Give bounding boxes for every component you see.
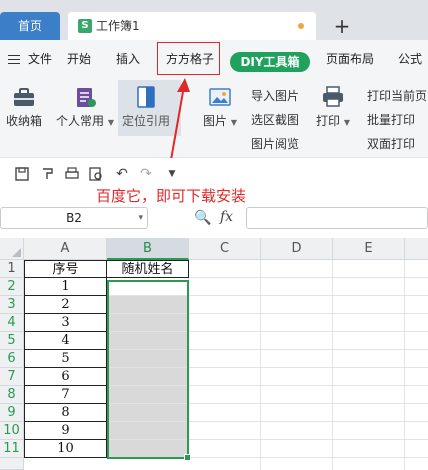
cell-A6[interactable]: 5 <box>24 350 107 368</box>
row-header-12[interactable] <box>0 458 24 470</box>
column-header-overflow <box>405 238 428 260</box>
tab-workbook[interactable]: S 工作簿1 <box>68 12 316 40</box>
cell-A11[interactable]: 10 <box>24 440 107 458</box>
row-header-3[interactable]: 3 <box>0 296 24 314</box>
row-header-2[interactable]: 2 <box>0 278 24 296</box>
menu-diy-toolbox[interactable]: DIY工具箱 <box>230 52 310 72</box>
picture-icon <box>209 88 231 106</box>
menu-page-layout[interactable]: 页面布局 <box>326 40 374 78</box>
cell-A2[interactable]: 1 <box>24 278 107 296</box>
column-header-C[interactable]: C <box>189 238 261 260</box>
empty-cells-grid[interactable] <box>189 260 428 470</box>
cell-A1[interactable]: 序号 <box>24 260 107 278</box>
selection-range-B2-B11 <box>107 280 189 459</box>
row-header-6[interactable]: 6 <box>0 350 24 368</box>
select-all-corner[interactable] <box>0 238 24 260</box>
picture-view-item[interactable]: 图片阅览 <box>251 135 299 152</box>
cell-A9[interactable]: 8 <box>24 404 107 422</box>
name-box-value: B2 <box>66 211 82 225</box>
row-header-4[interactable]: 4 <box>0 314 24 332</box>
row-header-10[interactable]: 10 <box>0 422 24 440</box>
menu-icon[interactable] <box>8 55 20 64</box>
column-header-D[interactable]: D <box>261 238 333 260</box>
cell-A7[interactable]: 6 <box>24 368 107 386</box>
title-bar: 首页 S 工作簿1 + <box>0 0 428 40</box>
import-picture-item[interactable]: 导入图片 <box>251 87 299 104</box>
formula-input[interactable] <box>246 207 428 229</box>
zoom-lookup-icon[interactable]: 🔍 <box>194 210 211 226</box>
print-quick-icon[interactable] <box>64 166 80 182</box>
fill-handle[interactable] <box>184 454 191 461</box>
new-tab-button[interactable]: + <box>332 12 352 40</box>
cell-A4[interactable]: 3 <box>24 314 107 332</box>
fx-button[interactable]: fx <box>220 209 233 225</box>
undo-icon[interactable]: ↶ <box>114 166 130 182</box>
row-header-8[interactable]: 8 <box>0 386 24 404</box>
column-header-A[interactable]: A <box>24 238 107 260</box>
cell-A8[interactable]: 7 <box>24 386 107 404</box>
row-header-1[interactable]: 1 <box>0 260 24 278</box>
redo-icon[interactable]: ↷ <box>138 166 154 182</box>
cell-A3[interactable]: 2 <box>24 296 107 314</box>
batch-print-item[interactable]: 批量打印 <box>367 111 415 128</box>
tab-home[interactable]: 首页 <box>0 12 60 40</box>
print-label: 打印 <box>316 114 341 128</box>
menu-insert[interactable]: 插入 <box>116 40 140 78</box>
personal-common-button[interactable]: 个人常用 ▼ <box>56 86 114 129</box>
row-header-5[interactable]: 5 <box>0 332 24 350</box>
print-button[interactable]: 打印 ▼ <box>316 86 350 129</box>
toolbox-icon <box>14 88 34 106</box>
print-current-page-item[interactable]: 打印当前页 <box>367 87 427 104</box>
menu-file[interactable]: 文件 <box>28 40 52 78</box>
spreadsheet-icon: S <box>78 19 92 33</box>
unsaved-dot-icon <box>298 23 304 29</box>
column-header-B[interactable]: B <box>107 238 189 260</box>
picture-label: 图片 <box>203 114 228 128</box>
row-header-11[interactable]: 11 <box>0 440 24 458</box>
name-box[interactable]: B2 ▾ <box>0 207 148 229</box>
toolbox-button[interactable]: 收纳箱 <box>6 86 42 129</box>
workbook-title: 工作簿1 <box>96 19 140 33</box>
annotation-hint-text: 百度它，即可下载安装 <box>96 187 247 205</box>
print-preview-icon[interactable] <box>88 166 104 182</box>
row-header-7[interactable]: 7 <box>0 368 24 386</box>
format-painter-icon[interactable] <box>40 166 56 182</box>
menu-formula[interactable]: 公式 <box>398 40 422 78</box>
formula-bar: B2 ▾ 🔍 fx <box>0 205 428 231</box>
region-screenshot-item[interactable]: 选区截图 <box>251 111 299 128</box>
cell-A5[interactable]: 4 <box>24 332 107 350</box>
column-header-E[interactable]: E <box>333 238 405 260</box>
cell-A10[interactable]: 9 <box>24 422 107 440</box>
duplex-print-item[interactable]: 双面打印 <box>367 135 415 152</box>
customize-dropdown-icon[interactable]: ▼ <box>164 166 180 182</box>
toolbox-label: 收纳箱 <box>6 114 43 128</box>
save-icon[interactable] <box>14 166 30 182</box>
personal-doc-icon <box>77 88 96 107</box>
picture-button[interactable]: 图片 ▼ <box>203 86 237 129</box>
row-header-9[interactable]: 9 <box>0 404 24 422</box>
menu-start[interactable]: 开始 <box>67 40 91 78</box>
cell-B1[interactable]: 随机姓名 <box>107 260 189 278</box>
name-box-dropdown-icon[interactable]: ▾ <box>138 208 143 228</box>
annotation-highlight-box <box>157 42 220 75</box>
printer-icon <box>323 86 343 107</box>
personal-common-label: 个人常用 <box>56 114 105 128</box>
